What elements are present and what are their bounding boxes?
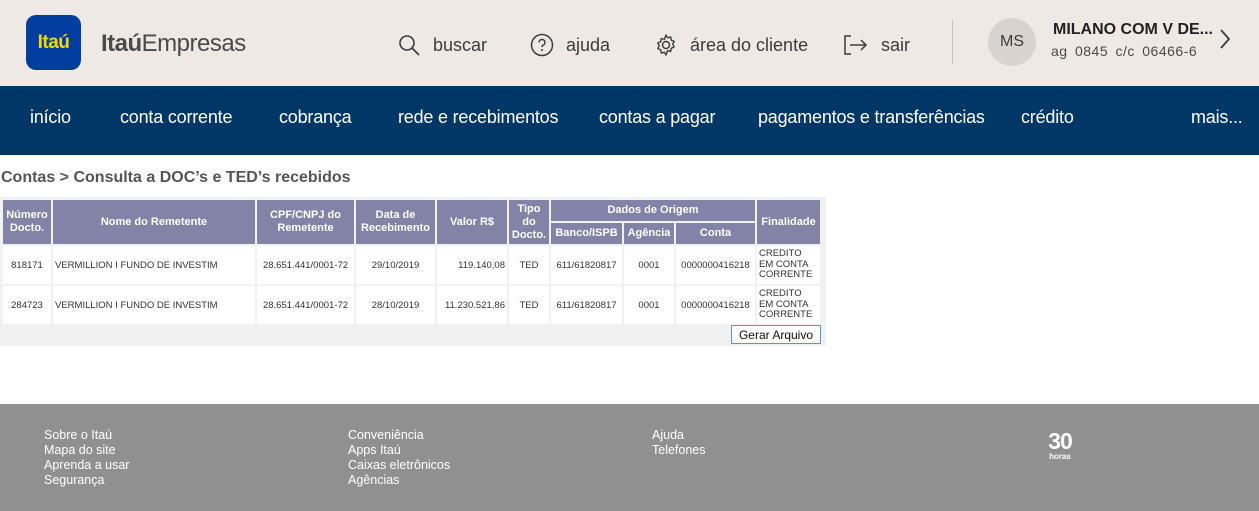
footer-link-aprenda[interactable]: Aprenda a usar <box>44 458 129 473</box>
logout-link[interactable]: sair <box>843 33 910 57</box>
col-header-banco: Banco/ISPB <box>551 223 622 244</box>
footer-col-1: Sobre o Itaú Mapa do site Aprenda a usar… <box>44 428 129 488</box>
cell-agencia: 0001 <box>624 286 674 324</box>
footer-link-apps[interactable]: Apps Itaú <box>348 443 450 458</box>
nav-mais[interactable]: mais... <box>1191 107 1243 128</box>
nav-inicio[interactable]: início <box>30 107 71 128</box>
cell-cpf: 28.651.441/0001-72 <box>257 286 354 324</box>
col-header-cpf: CPF/CNPJ do Remetente <box>257 200 354 244</box>
itau-logo[interactable]: Itaú <box>26 15 81 70</box>
logout-label: sair <box>881 34 911 55</box>
footer-link-seguranca[interactable]: Segurança <box>44 473 129 488</box>
nav-conta-corrente[interactable]: conta corrente <box>120 107 232 128</box>
chevron-right-icon[interactable] <box>1218 28 1232 50</box>
footer-link-caixas[interactable]: Caixas eletrônicos <box>348 458 450 473</box>
cell-agencia: 0001 <box>624 246 674 284</box>
logo-30-number: 30 <box>1048 428 1073 454</box>
cell-conta: 0000000416218 <box>676 286 755 324</box>
footer-link-sobre[interactable]: Sobre o Itaú <box>44 428 129 443</box>
client-area-label: área do cliente <box>690 34 809 55</box>
brand-regular: Empresas <box>141 30 247 57</box>
help-link[interactable]: ajuda <box>530 33 610 57</box>
cell-valor: 119.140,08 <box>437 246 507 284</box>
cell-numero: 818171 <box>3 246 51 284</box>
cell-nome: VERMILLION I FUNDO DE INVESTIM <box>53 286 255 324</box>
table-row: 284723 VERMILLION I FUNDO DE INVESTIM 28… <box>3 286 820 324</box>
client-area-link[interactable]: área do cliente <box>654 33 808 57</box>
cell-finalidade: CREDITO EM CONTA CORRENTE <box>757 246 820 284</box>
footer-col-2: Conveniência Apps Itaú Caixas eletrônico… <box>348 428 450 488</box>
generate-file-button[interactable]: Gerar Arquivo <box>731 325 821 344</box>
gear-icon <box>657 34 675 56</box>
col-header-conta: Conta <box>676 223 755 244</box>
top-header: Itaú ItaúEmpresas buscar ajuda área do c… <box>0 0 1259 86</box>
footer-link-agencias[interactable]: Agências <box>348 473 450 488</box>
header-divider <box>952 20 953 64</box>
account-name[interactable]: MILANO COM V DE... <box>1053 21 1213 39</box>
30-horas-logo: 30 horas <box>1044 428 1076 462</box>
cell-cpf: 28.651.441/0001-72 <box>257 246 354 284</box>
nav-pagamentos-transferencias[interactable]: pagamentos e transferências <box>758 107 985 128</box>
col-header-valor: Valor R$ <box>437 200 507 244</box>
transfers-table: Número Docto. Nome do Remetente CPF/CNPJ… <box>1 198 822 326</box>
footer-link-telefones[interactable]: Telefones <box>652 443 706 458</box>
search-label: buscar <box>433 34 488 55</box>
brand-title: ItaúEmpresas <box>101 30 246 58</box>
cell-tipo: TED <box>509 286 549 324</box>
col-header-origem: Dados de Origem <box>551 200 755 221</box>
footer-link-mapa[interactable]: Mapa do site <box>44 443 129 458</box>
cell-tipo: TED <box>509 246 549 284</box>
col-header-numero: Número Docto. <box>3 200 51 244</box>
col-header-finalidade: Finalidade <box>757 200 820 244</box>
footer-link-conveniencia[interactable]: Conveniência <box>348 428 450 443</box>
cell-conta: 0000000416218 <box>676 246 755 284</box>
col-header-agencia: Agência <box>624 223 674 244</box>
main-nav: início conta corrente cobrança rede e re… <box>0 86 1259 155</box>
nav-rede-recebimentos[interactable]: rede e recebimentos <box>398 107 558 128</box>
account-info: ag 0845 c/c 06466-6 <box>1051 43 1198 59</box>
search-link[interactable]: buscar <box>397 33 487 57</box>
cell-finalidade: CREDITO EM CONTA CORRENTE <box>757 286 820 324</box>
breadcrumb: Contas > Consulta a DOC’s e TED’s recebi… <box>1 169 351 186</box>
search-icon <box>399 35 420 56</box>
help-label: ajuda <box>566 34 611 55</box>
help-icon <box>530 33 554 57</box>
cell-data: 29/10/2019 <box>356 246 435 284</box>
cell-nome: VERMILLION I FUNDO DE INVESTIM <box>53 246 255 284</box>
footer: Sobre o Itaú Mapa do site Aprenda a usar… <box>0 404 1259 511</box>
cell-banco: 611/61820817 <box>551 246 622 284</box>
nav-credito[interactable]: crédito <box>1021 107 1074 128</box>
col-header-tipo: Tipo do Docto. <box>509 200 549 244</box>
col-header-data: Data de Recebimento <box>356 200 435 244</box>
col-header-nome: Nome do Remetente <box>53 200 255 244</box>
brand-bold: Itaú <box>101 30 142 57</box>
table-row: 818171 VERMILLION I FUNDO DE INVESTIM 28… <box>3 246 820 284</box>
results-panel: Número Docto. Nome do Remetente CPF/CNPJ… <box>0 197 826 346</box>
cell-numero: 284723 <box>3 286 51 324</box>
cell-data: 28/10/2019 <box>356 286 435 324</box>
cell-valor: 11.230.521,86 <box>437 286 507 324</box>
logo-text: Itaú <box>37 32 70 53</box>
cell-banco: 611/61820817 <box>551 286 622 324</box>
logout-icon <box>844 35 868 55</box>
nav-cobranca[interactable]: cobrança <box>279 107 352 128</box>
footer-col-3: Ajuda Telefones <box>652 428 706 458</box>
nav-contas-pagar[interactable]: contas a pagar <box>599 107 715 128</box>
footer-link-ajuda[interactable]: Ajuda <box>652 428 706 443</box>
avatar[interactable]: MS <box>988 18 1036 66</box>
